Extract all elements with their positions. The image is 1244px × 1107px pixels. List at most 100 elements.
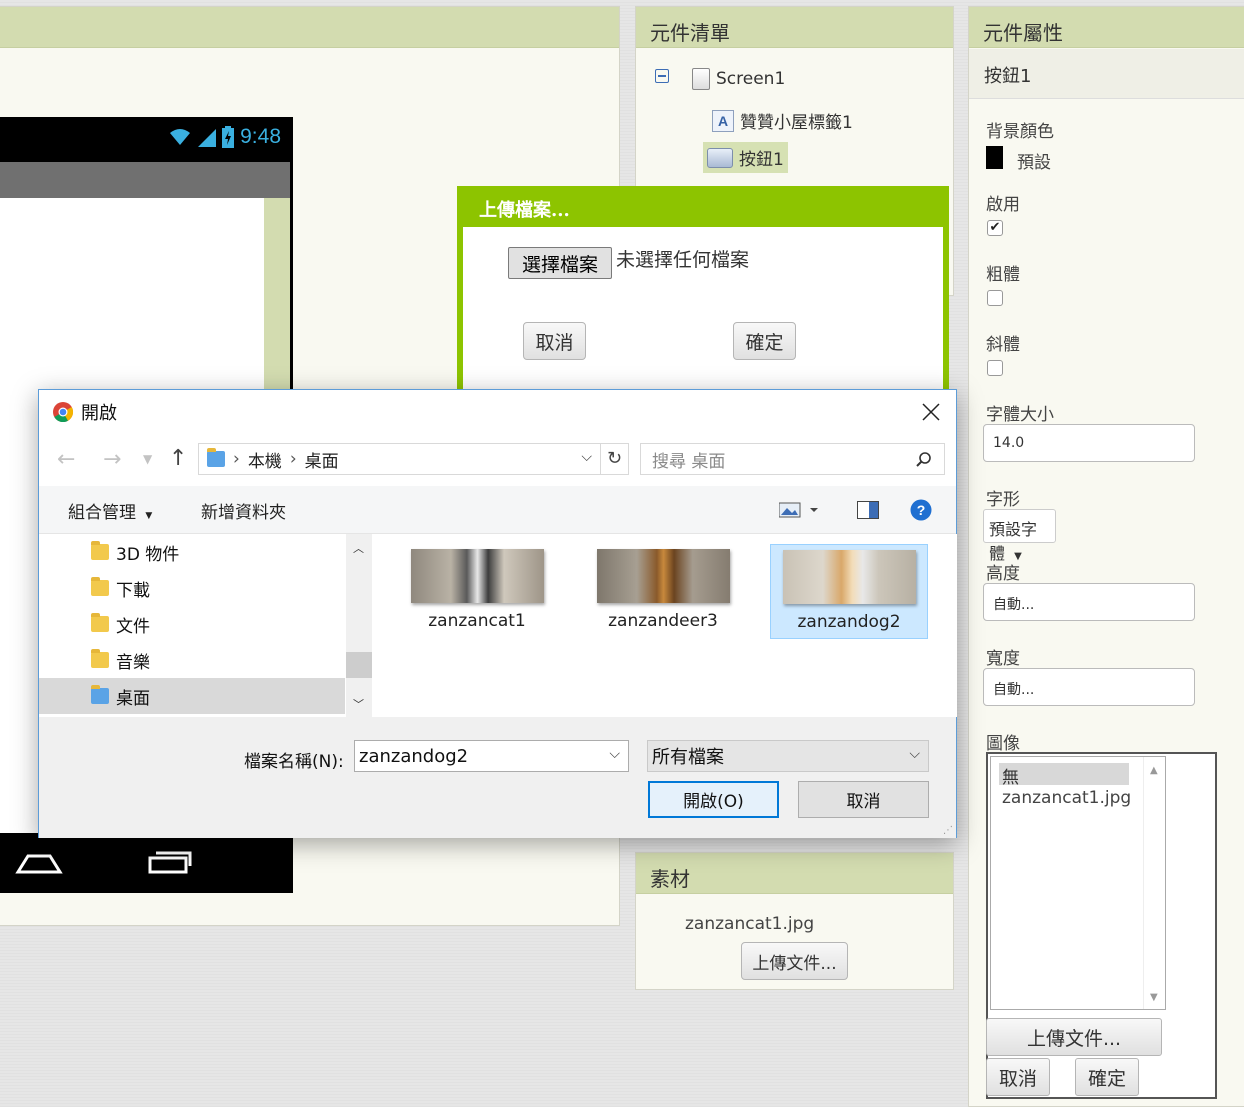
image-option-selected[interactable]: 無 [999, 763, 1129, 788]
address-dropdown-icon[interactable]: ⌵ [581, 449, 592, 465]
recent-dropdown-icon[interactable]: ▼ [143, 452, 152, 466]
components-header: 元件清單 [636, 7, 953, 48]
nav-item-music[interactable]: 音樂 [39, 642, 345, 678]
font-typeface-value: 預設字體 [989, 520, 1038, 563]
nav-item-label: 3D 物件 [116, 544, 180, 565]
filename-label: 檔案名稱(N): [244, 752, 344, 772]
view-options-icon[interactable] [779, 502, 819, 518]
image-options-list[interactable]: 無 zanzancat1.jpg ▲ ▼ [990, 756, 1166, 1010]
nav-item-3d-objects[interactable]: 3D 物件 [39, 534, 345, 570]
dialog-titlebar: 開啟 [39, 390, 956, 434]
status-time: 9:48 [240, 125, 281, 148]
search-input[interactable]: 搜尋 桌面 [640, 443, 945, 475]
background-color-label: 背景顏色 [986, 122, 1054, 142]
nav-scrollbar[interactable]: ︿ ﹀ [346, 534, 372, 717]
recents-icon[interactable] [146, 848, 196, 878]
scroll-thumb[interactable] [346, 652, 372, 678]
organize-label: 組合管理 [68, 503, 136, 523]
open-button[interactable]: 開啟(O) [648, 781, 779, 818]
search-placeholder: 搜尋 桌面 [652, 451, 726, 472]
new-folder-button[interactable]: 新增資料夾 [201, 498, 286, 523]
resize-grip-icon[interactable]: ⋰ [943, 825, 953, 836]
tree-item-label: 贊贊小屋標籤1 [740, 113, 853, 133]
refresh-icon[interactable]: ↻ [600, 444, 628, 474]
music-icon [91, 649, 109, 668]
image-label: 圖像 [986, 734, 1020, 754]
image-picker: 無 zanzancat1.jpg ▲ ▼ 上傳文件... 取消 確定 [986, 752, 1217, 1099]
nav-item-downloads[interactable]: 下載 [39, 570, 345, 606]
image-option[interactable]: zanzancat1.jpg [1002, 788, 1131, 808]
nav-item-label: 文件 [116, 616, 150, 637]
preview-pane-icon[interactable] [857, 501, 879, 519]
file-name: zanzancat1 [428, 611, 526, 631]
filetype-select[interactable]: 所有檔案 ⌵ [647, 740, 929, 772]
collapse-toggle[interactable] [655, 69, 669, 83]
filetype-dropdown-icon[interactable]: ⌵ [909, 746, 920, 762]
breadcrumb-desktop[interactable]: 桌面 [305, 447, 339, 472]
breadcrumb-this-pc[interactable]: 本機 [248, 447, 282, 472]
file-open-dialog: 開啟 ← → ▼ ↑ › 本機 › 桌面 ⌵ ↻ 搜尋 桌面 組合管理 ▼ 新增… [38, 389, 957, 838]
font-typeface-select[interactable]: 預設字體 ▼ [983, 509, 1056, 563]
file-item-zanzandeer3[interactable]: zanzandeer3 [584, 544, 742, 639]
width-label: 寬度 [986, 649, 1020, 669]
background-color-value[interactable]: 預設 [1017, 148, 1051, 173]
file-item-zanzandog2[interactable]: zanzandog2 [770, 544, 928, 639]
choose-file-button[interactable]: 選擇檔案 [508, 247, 612, 279]
back-arrow-icon[interactable]: ← [57, 447, 75, 472]
downloads-icon [91, 577, 109, 596]
documents-icon [91, 613, 109, 632]
enabled-checkbox[interactable]: ✔ [987, 220, 1003, 236]
close-icon[interactable] [922, 403, 940, 421]
wifi-icon [170, 129, 191, 145]
file-thumbnail [410, 549, 544, 603]
app-titlebar [0, 162, 290, 198]
breadcrumb-separator-icon: › [289, 449, 297, 469]
bold-checkbox[interactable] [987, 290, 1003, 306]
search-icon[interactable] [916, 452, 932, 468]
forward-arrow-icon[interactable]: → [103, 447, 121, 472]
nav-item-documents[interactable]: 文件 [39, 606, 345, 642]
organize-button[interactable]: 組合管理 ▼ [68, 498, 152, 523]
cancel-button[interactable]: 取消 [798, 781, 929, 818]
scroll-up-icon[interactable]: ▲ [1150, 765, 1158, 776]
tree-item-button1[interactable]: 按鈕1 [703, 142, 788, 173]
tree-item-label: Screen1 [716, 69, 786, 89]
image-ok-button[interactable]: 確定 [1075, 1058, 1139, 1096]
filename-value: zanzandog2 [359, 745, 469, 767]
scroll-up-icon[interactable]: ︿ [353, 540, 364, 556]
battery-icon [222, 126, 235, 148]
assets-upload-button[interactable]: 上傳文件... [741, 942, 848, 980]
list-scrollbar[interactable]: ▲ ▼ [1143, 757, 1165, 1009]
up-arrow-icon[interactable]: ↑ [169, 446, 187, 471]
nav-item-label: 音樂 [116, 652, 150, 673]
filename-input[interactable]: zanzandog2 ⌵ [354, 740, 629, 772]
file-item-zanzancat1[interactable]: zanzancat1 [398, 544, 556, 639]
home-icon[interactable] [14, 848, 64, 878]
width-input[interactable]: 自動... [983, 668, 1195, 706]
desktop-icon [91, 685, 109, 704]
file-name: zanzandeer3 [608, 611, 718, 631]
font-size-input[interactable]: 14.0 [983, 424, 1195, 462]
help-icon[interactable]: ? [910, 499, 932, 521]
height-label: 高度 [986, 564, 1020, 584]
upload-ok-button[interactable]: 確定 [733, 322, 796, 360]
scroll-down-icon[interactable]: ▼ [1150, 992, 1158, 1003]
height-input[interactable]: 自動... [983, 583, 1195, 621]
button-icon [707, 147, 733, 168]
nav-item-desktop[interactable]: 桌面 [39, 678, 345, 714]
3d-objects-icon [91, 541, 109, 560]
scroll-down-icon[interactable]: ﹀ [353, 696, 364, 712]
address-bar[interactable]: › 本機 › 桌面 ⌵ ↻ [198, 443, 629, 475]
desktop-icon [207, 448, 225, 467]
filename-dropdown-icon[interactable]: ⌵ [609, 746, 620, 762]
upload-cancel-button[interactable]: 取消 [523, 322, 586, 360]
color-swatch[interactable] [986, 146, 1003, 169]
tree-item-screen1[interactable]: Screen1 [688, 65, 789, 93]
italic-checkbox[interactable] [987, 360, 1003, 376]
image-upload-button[interactable]: 上傳文件... [986, 1018, 1162, 1056]
viewer-header [0, 7, 619, 48]
asset-file[interactable]: zanzancat1.jpg [685, 914, 814, 934]
image-cancel-button[interactable]: 取消 [986, 1058, 1050, 1096]
properties-header: 元件屬性 [969, 7, 1244, 48]
tree-item-label1[interactable]: A 贊贊小屋標籤1 [708, 105, 857, 136]
